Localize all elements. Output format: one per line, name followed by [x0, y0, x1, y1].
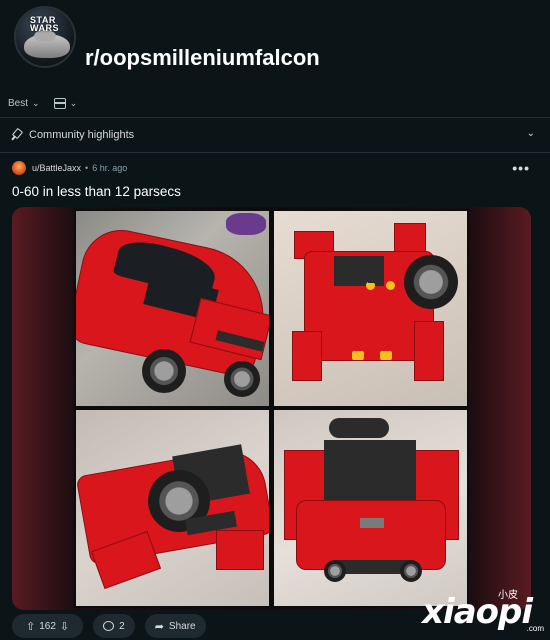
- post-time: 6 hr. ago: [92, 163, 128, 173]
- lego-ferrari-rear-image: [274, 410, 467, 606]
- post-actions: ⇧ 162 ⇩ 2 ➦ Share: [12, 614, 216, 638]
- sort-dropdown[interactable]: Best ⌄: [8, 98, 40, 109]
- post-image-gallery[interactable]: [12, 207, 531, 610]
- chevron-down-icon: ⌄: [69, 98, 78, 108]
- meta-separator: •: [85, 163, 89, 173]
- upvote-icon[interactable]: ⇧: [26, 620, 35, 633]
- vote-count: 162: [39, 620, 56, 632]
- layout-icon: [53, 98, 66, 109]
- lego-ferrari-front-image: [76, 211, 269, 406]
- chevron-down-icon: ⌄: [526, 128, 535, 139]
- lego-ferrari-side-image: [76, 410, 269, 606]
- sort-bar: Best ⌄ ⌄: [8, 98, 91, 109]
- image-collage[interactable]: [74, 209, 469, 608]
- subreddit-avatar[interactable]: STAR WARS: [14, 6, 76, 68]
- share-icon: ➦: [154, 620, 164, 633]
- lego-ferrari-transformed-image: [274, 211, 467, 406]
- post-title[interactable]: 0-60 in less than 12 parsecs: [12, 184, 181, 199]
- watermark-domain: .com: [526, 624, 544, 633]
- downvote-icon[interactable]: ⇩: [60, 620, 69, 633]
- subreddit-name[interactable]: r/oopsmilleniumfalcon: [85, 45, 320, 71]
- divider: [0, 152, 550, 153]
- share-button[interactable]: ➦ Share: [144, 614, 206, 638]
- chevron-down-icon: ⌄: [32, 98, 40, 108]
- vote-control: ⇧ 162 ⇩: [12, 614, 84, 638]
- view-dropdown[interactable]: ⌄: [53, 98, 78, 109]
- comment-icon: [103, 621, 115, 631]
- subreddit-banner: [0, 0, 550, 40]
- star-wars-logo: STAR WARS: [30, 15, 59, 33]
- post-username[interactable]: u/BattleJaxx: [32, 163, 81, 173]
- user-avatar[interactable]: [12, 161, 26, 175]
- comments-button[interactable]: 2: [93, 614, 135, 638]
- more-options-button[interactable]: •••: [512, 160, 530, 176]
- watermark-logo-text: xiaopi: [422, 592, 533, 632]
- watermark: 小皮 xiaopi .com: [422, 586, 544, 636]
- comment-count: 2: [119, 620, 125, 632]
- community-highlights-bar[interactable]: Community highlights ⌄: [10, 124, 535, 146]
- sort-label: Best: [8, 98, 29, 109]
- post-meta: u/BattleJaxx • 6 hr. ago: [12, 161, 127, 175]
- share-label: Share: [168, 620, 196, 632]
- highlights-label: Community highlights: [29, 129, 135, 141]
- pin-icon: [10, 129, 22, 141]
- divider: [0, 117, 550, 118]
